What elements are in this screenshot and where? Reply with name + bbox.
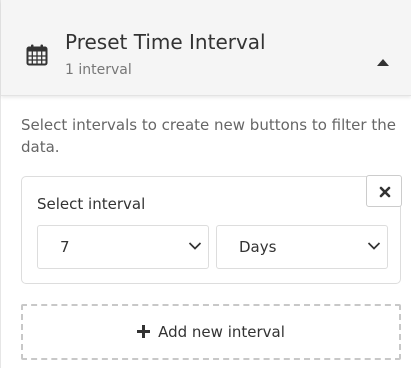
interval-card: Select interval 7 Days — [21, 175, 402, 284]
panel-header[interactable]: Preset Time Interval 1 interval — [1, 0, 411, 96]
preset-time-interval-panel: Preset Time Interval 1 interval Select i… — [0, 0, 411, 368]
calendar-icon — [26, 44, 48, 66]
interval-count-select[interactable]: 7 — [37, 225, 209, 269]
add-new-interval-content: Add new interval — [23, 322, 399, 341]
interval-unit-value: Days — [239, 238, 277, 256]
select-interval-label: Select interval — [37, 195, 146, 213]
panel-title: Preset Time Interval — [65, 30, 266, 54]
collapse-toggle-button[interactable] — [369, 48, 397, 76]
panel-body: Select intervals to create new buttons t… — [1, 96, 411, 368]
close-icon — [379, 186, 391, 198]
plus-icon — [137, 325, 151, 338]
chevron-down-icon — [188, 242, 202, 250]
interval-count-value: 7 — [60, 238, 70, 256]
interval-unit-select[interactable]: Days — [216, 225, 388, 269]
caret-up-icon — [377, 59, 389, 66]
chevron-down-icon — [367, 242, 381, 250]
add-new-interval-button[interactable]: Add new interval — [21, 304, 401, 360]
add-new-interval-label: Add new interval — [158, 323, 285, 341]
remove-interval-button[interactable] — [366, 175, 402, 207]
interval-count: 1 interval — [65, 62, 132, 78]
panel-description: Select intervals to create new buttons t… — [21, 116, 396, 156]
